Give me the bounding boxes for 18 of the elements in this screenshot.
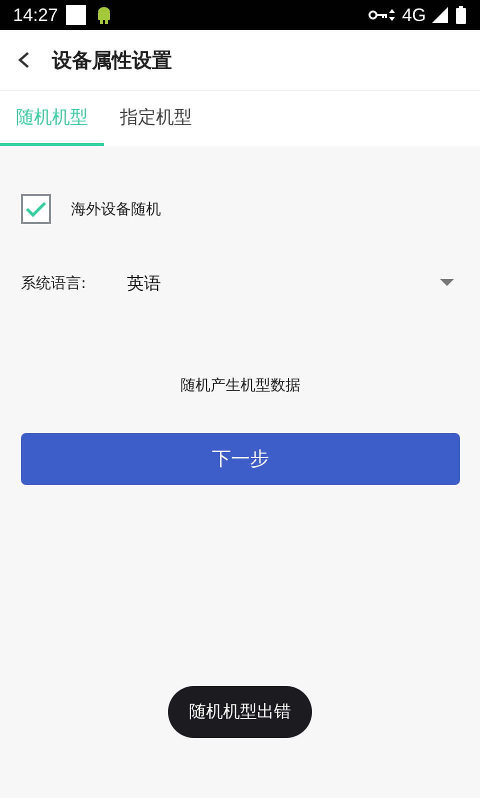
- notification-icon: [66, 5, 86, 25]
- signal-icon: [432, 7, 448, 23]
- page-title: 设备属性设置: [52, 46, 172, 74]
- tab[interactable]: 指定机型: [104, 91, 208, 146]
- network-type: 4G: [402, 4, 426, 26]
- checkbox-label: 海外设备随机: [71, 200, 161, 218]
- language-label: 系统语言:: [21, 274, 88, 292]
- next-button[interactable]: 下一步: [21, 433, 460, 485]
- caret-icon: [440, 279, 454, 287]
- status-message: 随机产生机型数据: [180, 376, 302, 395]
- vpn-key-icon: [368, 7, 398, 23]
- android-icon: [96, 6, 112, 24]
- status-time: 14:27: [13, 4, 58, 26]
- battery-icon: [456, 6, 466, 24]
- toast-message: 随机机型出错: [168, 686, 312, 738]
- checkbox[interactable]: [21, 194, 51, 224]
- language-dropdown[interactable]: 英语: [127, 269, 460, 297]
- check-icon: [25, 200, 47, 218]
